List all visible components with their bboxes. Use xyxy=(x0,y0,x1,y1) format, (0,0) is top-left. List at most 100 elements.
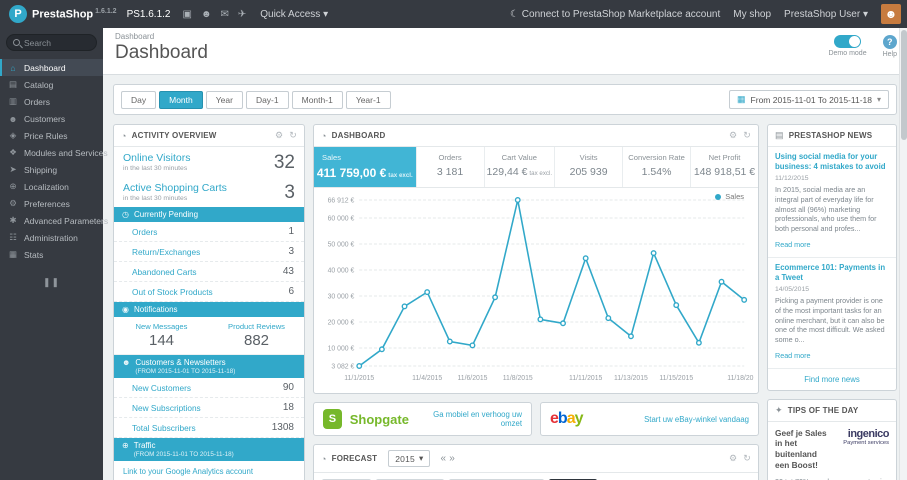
filter-month-button[interactable]: Month xyxy=(159,90,203,109)
shop-name[interactable]: PS1.6.1.2 xyxy=(127,9,171,20)
prestashop-admin: P PrestaShop 1.6.1.2 PS1.6.1.2 ▣ ☻ ✉ ✈ Qu… xyxy=(0,0,907,480)
filter-day-1-button[interactable]: Day-1 xyxy=(245,90,289,109)
help-icon[interactable]: ? xyxy=(882,35,897,49)
active-carts-sub: in the last 30 minutes xyxy=(123,195,188,202)
gauge-icon: ◔ xyxy=(121,130,127,141)
pending-section-title: Currently Pending xyxy=(133,210,199,219)
gear-icon[interactable]: ⚙ xyxy=(729,453,737,464)
pending-row-returns[interactable]: Return/Exchanges 3 xyxy=(114,242,304,262)
sidebar-item-dashboard[interactable]: ⌂ Dashboard xyxy=(0,59,103,76)
kpi-sales[interactable]: Sales 411 759,00 € tax excl. xyxy=(314,147,417,187)
read-more-link[interactable]: Read more xyxy=(775,351,811,360)
user-avatar[interactable]: ☻ xyxy=(881,4,901,24)
ebay-link[interactable]: Start uw eBay-winkel vandaag xyxy=(644,415,749,424)
sidebar-item-shipping[interactable]: ➤ Shipping xyxy=(0,161,103,178)
svg-text:40 000 €: 40 000 € xyxy=(328,267,355,274)
sidebar-item-administration[interactable]: ☷ Administration xyxy=(0,229,103,246)
marketplace-link[interactable]: ☾ Connect to PrestaShop Marketplace acco… xyxy=(510,9,720,20)
kpi-sub: tax excl. xyxy=(529,170,553,177)
sidebar-item-localization[interactable]: ⊕ Localization xyxy=(0,178,103,195)
sidebar-item-preferences[interactable]: ⚙ Preferences xyxy=(0,195,103,212)
kpi-net-profit[interactable]: Net Profit 148 918,51 € xyxy=(691,147,758,187)
breadcrumb[interactable]: Dashboard xyxy=(115,32,895,41)
gear-icon[interactable]: ⚙ xyxy=(729,130,737,141)
forecast-year-select[interactable]: 2015 ▾ xyxy=(388,450,431,467)
filter-year-button[interactable]: Year xyxy=(205,90,243,109)
sidebar-item-advanced-parameters[interactable]: ✱ Advanced Parameters xyxy=(0,212,108,229)
total-subscribers-row[interactable]: Total Subscribers 1308 xyxy=(114,418,304,438)
article-title[interactable]: Ecommerce 101: Payments in a Tweet xyxy=(775,263,889,283)
person-icon[interactable]: ☻ xyxy=(201,9,212,20)
sidebar-item-catalog[interactable]: ▤ Catalog xyxy=(0,76,103,93)
online-visitors-value: 32 xyxy=(273,152,295,173)
sidebar-collapse-button[interactable]: ❚❚ xyxy=(0,277,103,288)
filter-year-1-button[interactable]: Year-1 xyxy=(345,90,391,109)
help-control: ? Help xyxy=(883,35,897,58)
cart-icon[interactable]: ▣ xyxy=(182,9,191,20)
new-customers-row[interactable]: New Customers 90 xyxy=(114,378,304,398)
chart-legend[interactable]: Sales xyxy=(715,192,744,201)
scrollbar-thumb[interactable] xyxy=(901,30,907,140)
row-label: Out of Stock Products xyxy=(132,286,213,297)
kpi-orders[interactable]: Orders 3 181 xyxy=(417,147,485,187)
globe-icon: ⊕ xyxy=(122,441,129,450)
vertical-scrollbar[interactable] xyxy=(899,28,907,480)
pending-row-out-of-stock[interactable]: Out of Stock Products 6 xyxy=(114,282,304,302)
sidebar-search[interactable] xyxy=(6,34,97,51)
filter-day-button[interactable]: Day xyxy=(121,90,157,109)
envelope-icon[interactable]: ✉ xyxy=(220,9,228,20)
sidebar-item-orders[interactable]: ▥ Orders xyxy=(0,93,103,110)
new-messages-stat[interactable]: New Messages 144 xyxy=(114,317,209,354)
kpi-visits[interactable]: Visits 205 939 xyxy=(555,147,624,187)
read-more-link[interactable]: Read more xyxy=(775,240,811,249)
refresh-icon[interactable]: ↻ xyxy=(743,130,751,141)
notifications-columns: New Messages 144 Product Reviews 882 xyxy=(114,317,304,355)
shopgate-logo-icon: S xyxy=(323,409,342,429)
search-input[interactable] xyxy=(24,37,90,48)
user-menu[interactable]: PrestaShop User ▾ xyxy=(784,9,868,20)
kpi-conversion-rate[interactable]: Conversion Rate 1.54% xyxy=(623,147,692,187)
google-analytics-link[interactable]: Link to your Google Analytics account xyxy=(114,461,304,480)
shopgate-banner: S Shopgate Ga mobiel en verhoog uw omzet xyxy=(313,402,532,436)
tag-icon: ◈ xyxy=(9,130,17,140)
prestashop-logo[interactable]: P xyxy=(9,5,27,23)
demo-mode-toggle[interactable] xyxy=(834,35,862,48)
next-icon[interactable]: » xyxy=(449,453,455,464)
kpi-cart-value[interactable]: Cart Value 129,44 € tax excl. xyxy=(485,147,556,187)
my-shop-link[interactable]: My shop xyxy=(733,9,771,20)
row-value: 3 xyxy=(288,246,294,257)
product-reviews-stat[interactable]: Product Reviews 882 xyxy=(209,317,304,354)
svg-text:3 082 €: 3 082 € xyxy=(331,363,354,370)
active-carts-row[interactable]: Active Shopping Carts in the last 30 min… xyxy=(114,177,304,207)
online-visitors-sub: in the last 30 minutes xyxy=(123,165,188,172)
previous-icon[interactable]: « xyxy=(440,453,446,464)
online-visitors-row[interactable]: Online Visitors in the last 30 minutes 3… xyxy=(114,147,304,177)
svg-text:11/6/2015: 11/6/2015 xyxy=(457,375,487,382)
filter-month-1-button[interactable]: Month-1 xyxy=(291,90,343,109)
news-panel-title: PRESTASHOP NEWS xyxy=(788,131,873,140)
shopgate-link[interactable]: Ga mobiel en verhoog uw omzet xyxy=(417,410,522,428)
pending-row-abandoned-carts[interactable]: Abandoned Carts 43 xyxy=(114,262,304,282)
svg-text:66 912 €: 66 912 € xyxy=(328,197,355,204)
ingenico-logo: ingenico Payment services xyxy=(833,428,889,471)
pending-row-orders[interactable]: Orders 1 xyxy=(114,222,304,242)
sidebar-item-stats[interactable]: ▦ Stats xyxy=(0,246,103,263)
refresh-icon[interactable]: ↻ xyxy=(289,130,297,141)
date-range-picker[interactable]: ▦ From 2015-11-01 To 2015-11-18 ▾ xyxy=(729,90,889,109)
dashboard-content: Day Month Year Day-1 Month-1 Year-1 ▦ Fr… xyxy=(103,75,907,480)
kpi-value: 411 759,00 € xyxy=(316,166,387,180)
stat-label: New Messages xyxy=(135,322,188,331)
quick-access-menu[interactable]: Quick Access ▾ xyxy=(260,9,328,20)
article-title[interactable]: Using social media for your business: 4 … xyxy=(775,152,889,172)
row-label: Orders xyxy=(132,226,158,237)
sidebar-item-customers[interactable]: ☻ Customers xyxy=(0,110,103,127)
sidebar-item-modules[interactable]: ❖ Modules and Services xyxy=(0,144,107,161)
refresh-icon[interactable]: ↻ xyxy=(743,453,751,464)
find-more-news-link[interactable]: Find more news xyxy=(768,369,896,390)
kpi-sub: tax excl. xyxy=(388,172,413,179)
rocket-icon[interactable]: ✈ xyxy=(238,9,246,20)
new-subscriptions-row[interactable]: New Subscriptions 18 xyxy=(114,398,304,418)
gear-icon[interactable]: ⚙ xyxy=(275,130,283,141)
sidebar-item-price-rules[interactable]: ◈ Price Rules xyxy=(0,127,103,144)
news-article: Using social media for your business: 4 … xyxy=(768,147,896,258)
